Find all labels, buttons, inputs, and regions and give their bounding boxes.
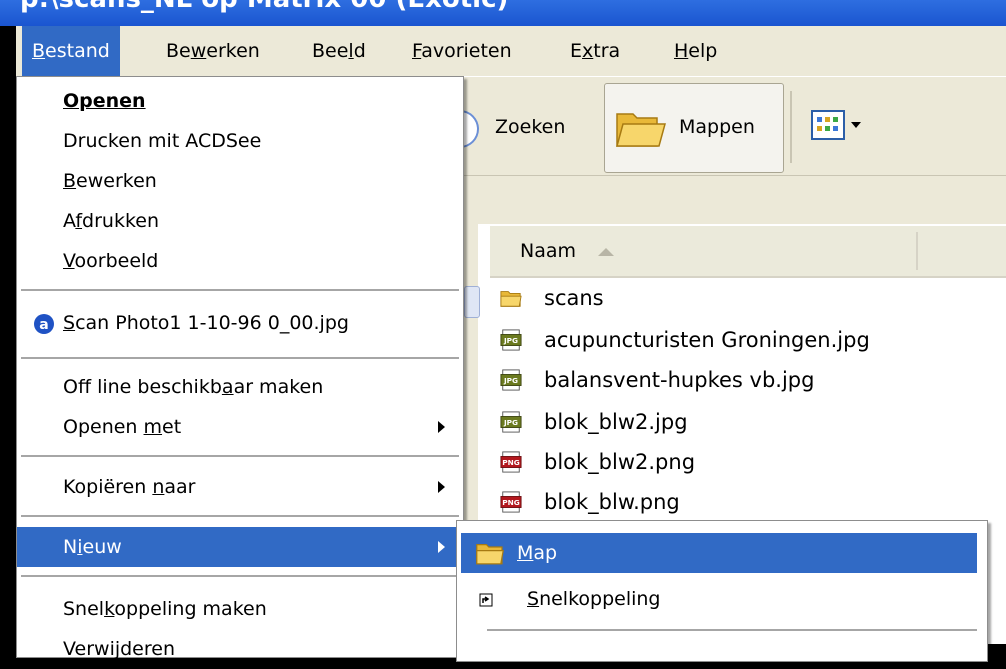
- menu-item-print-acdsee[interactable]: Drucken mit ACDSee: [17, 121, 463, 161]
- scroll-handle[interactable]: [464, 286, 480, 318]
- dropdown-arrow-icon: [851, 122, 861, 128]
- menu-item-new-folder[interactable]: Map: [461, 533, 977, 573]
- menu-bewerken[interactable]: Bewerken: [156, 26, 270, 76]
- menu-item-new[interactable]: Nieuw: [17, 527, 463, 567]
- svg-text:PNG: PNG: [502, 458, 520, 467]
- menu-separator: [487, 629, 977, 631]
- menu-beeld[interactable]: Beeld: [302, 26, 376, 76]
- submenu-arrow-icon: [438, 481, 445, 493]
- folder-icon: [500, 291, 522, 307]
- menu-favorieten[interactable]: Favorieten: [402, 26, 522, 76]
- svg-text:JPG: JPG: [503, 376, 518, 385]
- menu-item-offline[interactable]: Off line beschikbaar maken: [17, 367, 463, 407]
- menu-item-recent-file[interactable]: a Scan Photo1 1-10-96 0_00.jpg: [17, 303, 463, 343]
- submenu-arrow-icon: [438, 541, 445, 553]
- svg-text:PNG: PNG: [502, 498, 520, 507]
- folders-button[interactable]: Mappen: [604, 83, 784, 173]
- menu-help[interactable]: Help: [664, 26, 727, 76]
- png-file-icon: PNG: [500, 451, 522, 473]
- menu-bestand[interactable]: Bestand: [22, 26, 120, 76]
- column-header: Naam: [490, 226, 1006, 278]
- name-column-header[interactable]: Naam: [520, 226, 615, 276]
- svg-text:a: a: [39, 317, 48, 333]
- view-grid-icon: [811, 110, 845, 140]
- menu-item-create-shortcut[interactable]: Snelkoppeling maken: [17, 589, 463, 629]
- menu-separator: [21, 575, 459, 577]
- menu-item-preview[interactable]: Voorbeeld: [17, 241, 463, 281]
- menu-item-open[interactable]: Openen: [17, 81, 463, 121]
- sort-ascending-icon: [598, 247, 615, 256]
- folder-icon: [616, 113, 666, 147]
- views-button[interactable]: [806, 103, 872, 149]
- search-button[interactable]: Zoeken: [457, 99, 592, 157]
- png-file-icon: PNG: [500, 491, 522, 513]
- menu-item-copy-to[interactable]: Kopiëren naar: [17, 467, 463, 507]
- menu-bar: Bestand Bewerken Beeld Favorieten Extra …: [16, 26, 1006, 77]
- jpg-file-icon: JPG: [500, 369, 522, 391]
- menu-extra[interactable]: Extra: [560, 26, 630, 76]
- title-bar: p:\scans_NL op Matrix 00 (Exotic): [0, 0, 1006, 26]
- menu-item-open-with[interactable]: Openen met: [17, 407, 463, 447]
- menu-item-edit[interactable]: Bewerken: [17, 161, 463, 201]
- menu-separator: [21, 357, 459, 359]
- file-menu: Openen Drucken mit ACDSee Bewerken Afdru…: [16, 76, 464, 660]
- jpg-file-icon: JPG: [500, 411, 522, 433]
- toolbar-separator: [790, 91, 792, 163]
- menu-item-new-shortcut[interactable]: Snelkoppeling: [461, 579, 977, 619]
- menu-separator: [21, 515, 459, 517]
- window-title: p:\scans_NL op Matrix 00 (Exotic): [20, 0, 508, 14]
- menu-item-print[interactable]: Afdrukken: [17, 201, 463, 241]
- folder-icon: [476, 544, 504, 565]
- svg-text:JPG: JPG: [503, 336, 518, 345]
- menu-separator: [21, 455, 459, 457]
- svg-text:JPG: JPG: [503, 418, 518, 427]
- menu-item-delete[interactable]: Verwijderen: [17, 629, 463, 669]
- shortcut-icon: [479, 593, 493, 607]
- menu-separator: [21, 289, 459, 291]
- acdsee-icon: a: [34, 314, 54, 334]
- submenu-arrow-icon: [438, 421, 445, 433]
- jpg-file-icon: JPG: [500, 329, 522, 351]
- new-submenu: Map Snelkoppeling: [456, 520, 988, 662]
